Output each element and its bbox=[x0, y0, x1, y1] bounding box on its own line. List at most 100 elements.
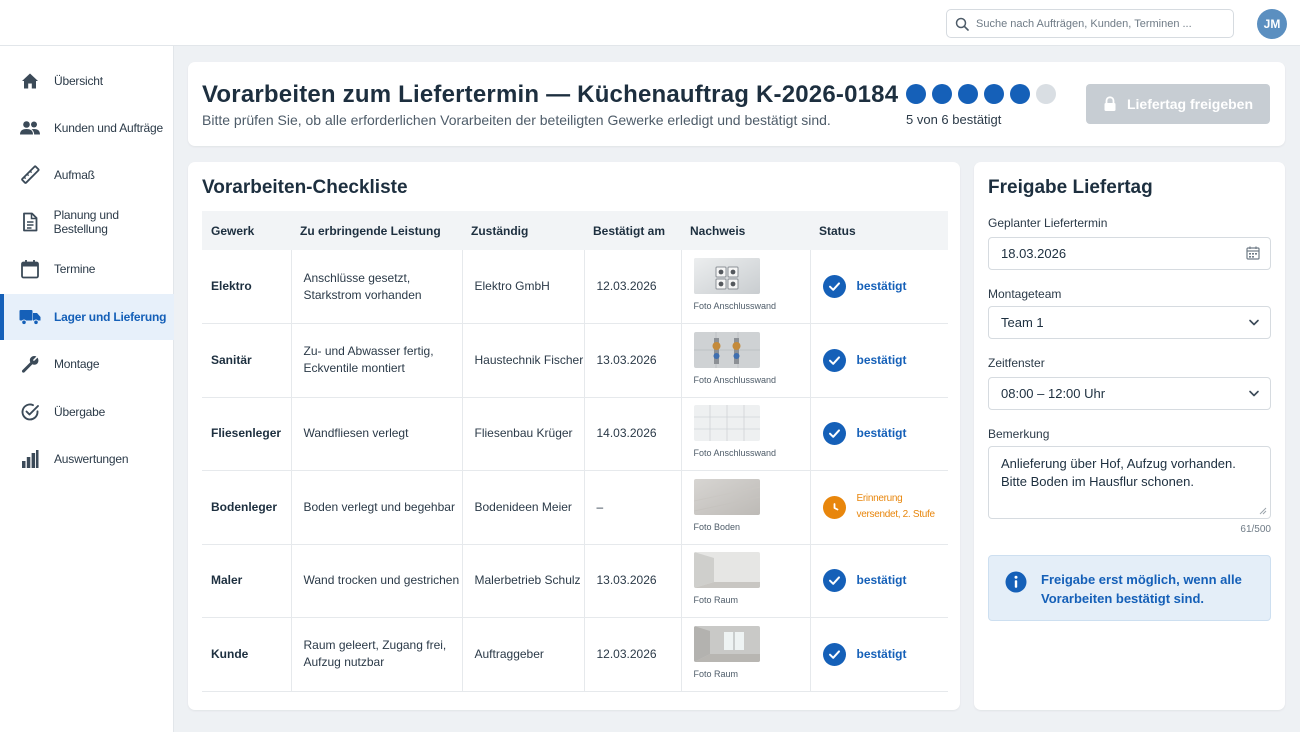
column-header: Gewerk bbox=[202, 211, 291, 250]
page-subtitle: Bitte prüfen Sie, ob alle erforderlichen… bbox=[202, 112, 831, 128]
cell-status: Erinnerung versendet, 2. Stufe bbox=[810, 470, 948, 545]
sidebar-item-kunden[interactable]: Kunden und Aufträge bbox=[0, 105, 174, 151]
status-badge: bestätigt bbox=[822, 348, 949, 372]
proof-photo-label: Foto Raum bbox=[693, 595, 739, 606]
sidebar: Übersicht Kunden und Aufträge Aufmaß Pla… bbox=[0, 46, 174, 732]
check-icon bbox=[822, 569, 846, 593]
table-row: Fliesenleger Wandfliesen verlegt Fliesen… bbox=[202, 397, 948, 471]
delivery-date-label: Geplanter Liefertermin bbox=[988, 216, 1108, 230]
note-line: Anlieferung über Hof, Aufzug vorhanden. bbox=[1001, 456, 1236, 471]
cell-gewerk: Fliesenleger bbox=[202, 397, 292, 471]
table-row: Maler Wand trocken und gestrichen Malerb… bbox=[202, 544, 948, 618]
info-icon bbox=[1005, 571, 1027, 593]
cell-datum: 14.03.2026 bbox=[584, 397, 682, 471]
search-box[interactable] bbox=[946, 9, 1234, 38]
chevron-down-icon bbox=[1249, 319, 1259, 326]
proof-photo-thumbnail[interactable] bbox=[693, 552, 760, 589]
info-box: Freigabe erst möglich, wenn alle Vorarbe… bbox=[988, 555, 1271, 621]
sidebar-item-uebersicht[interactable]: Übersicht bbox=[0, 58, 174, 104]
note-counter: 61/500 bbox=[1240, 524, 1271, 535]
checklist-table: Gewerk Zu erbringende Leistung Zuständig… bbox=[202, 211, 948, 692]
info-text: Freigabe erst möglich, wenn alle Vorarbe… bbox=[1041, 572, 1242, 606]
cell-datum: 12.03.2026 bbox=[584, 250, 682, 324]
cell-zustaendig: Bodenideen Meier bbox=[462, 470, 585, 545]
cell-leistung: Zu- und Abwasser fertig, Eckventile mont… bbox=[291, 323, 463, 398]
status-badge: bestätigt bbox=[822, 569, 949, 593]
release-delivery-button-label: Liefertag freigeben bbox=[1126, 96, 1254, 112]
top-bar: JM bbox=[0, 0, 1300, 46]
status-label: bestätigt bbox=[856, 279, 907, 293]
team-select[interactable]: Team 1 bbox=[988, 306, 1271, 339]
time-window-select[interactable]: 08:00 – 12:00 Uhr bbox=[988, 377, 1271, 410]
resize-handle-icon[interactable] bbox=[1259, 507, 1267, 515]
release-card: Freigabe Liefertag Geplanter Liefertermi… bbox=[974, 162, 1285, 710]
sidebar-item-label: Planung und Bestellung bbox=[53, 208, 119, 236]
cell-status: bestätigt bbox=[810, 617, 948, 692]
bar-chart-icon bbox=[19, 448, 41, 470]
sidebar-item-montage[interactable]: Montage bbox=[0, 341, 174, 387]
cell-gewerk: Bodenleger bbox=[202, 470, 292, 545]
sidebar-item-planung[interactable]: Planung und Bestellung bbox=[0, 199, 174, 245]
proof-photo-label: Foto Raum bbox=[693, 668, 739, 679]
check-icon bbox=[822, 642, 846, 666]
header-card: Vorarbeiten zum Liefertermin — Küchenauf… bbox=[188, 62, 1285, 146]
progress-dots bbox=[906, 84, 1062, 104]
proof-photo-thumbnail[interactable] bbox=[693, 405, 760, 442]
checklist-title: Vorarbeiten-Checkliste bbox=[202, 177, 408, 198]
status-badge: bestätigt bbox=[822, 275, 949, 298]
sidebar-item-termine[interactable]: Termine bbox=[0, 246, 174, 292]
progress-dot-done bbox=[932, 84, 952, 104]
column-header: Zuständig bbox=[462, 211, 584, 250]
cell-status: bestätigt bbox=[810, 250, 948, 324]
sidebar-item-label: Übersicht bbox=[54, 74, 103, 88]
home-icon bbox=[19, 70, 41, 92]
cell-zustaendig: Elektro GmbH bbox=[462, 250, 585, 324]
check-circle-icon bbox=[19, 401, 41, 423]
column-header: Nachweis bbox=[681, 211, 810, 250]
sidebar-item-label: Kunden und Aufträge bbox=[54, 121, 163, 135]
delivery-date-field[interactable]: 18.03.2026 bbox=[988, 237, 1271, 270]
team-value: Team 1 bbox=[1001, 315, 1044, 330]
proof-photo-thumbnail[interactable] bbox=[693, 625, 760, 662]
sidebar-item-aufmass[interactable]: Aufmaß bbox=[0, 152, 174, 198]
avatar[interactable]: JM bbox=[1257, 9, 1287, 39]
status-label: bestätigt bbox=[856, 573, 907, 588]
proof-photo-thumbnail[interactable] bbox=[693, 258, 760, 294]
document-icon bbox=[19, 211, 41, 233]
proof-photo-label: Foto Anschlusswand bbox=[693, 374, 777, 385]
status-label: Erinnerung versendet, 2. Stufe bbox=[856, 493, 936, 521]
progress-dot-done bbox=[984, 84, 1004, 104]
sidebar-item-label: Montage bbox=[54, 357, 100, 371]
release-delivery-button[interactable]: Liefertag freigeben bbox=[1086, 84, 1270, 124]
check-icon bbox=[822, 422, 846, 446]
page-title: Vorarbeiten zum Liefertermin — Küchenauf… bbox=[202, 81, 899, 108]
progress-dot-done bbox=[906, 84, 926, 104]
column-header: Bestätigt am bbox=[584, 211, 681, 250]
sidebar-item-label: Aufmaß bbox=[54, 168, 95, 182]
note-label: Bemerkung bbox=[988, 427, 1050, 441]
proof-photo-thumbnail[interactable] bbox=[693, 331, 760, 368]
status-label: bestätigt bbox=[856, 646, 907, 661]
cell-nachweis: Foto Raum bbox=[681, 617, 811, 692]
table-row: Kunde Raum geleert, Zugang frei, Aufzug … bbox=[202, 617, 948, 692]
sidebar-item-label: Termine bbox=[54, 262, 96, 276]
cell-datum: 13.03.2026 bbox=[584, 323, 682, 398]
status-badge: bestätigt bbox=[822, 422, 949, 446]
calendar-icon[interactable] bbox=[1246, 246, 1260, 260]
cell-datum: – bbox=[584, 470, 682, 545]
cell-gewerk: Sanitär bbox=[202, 323, 292, 398]
cell-datum: 12.03.2026 bbox=[584, 617, 682, 692]
note-textarea[interactable]: Anlieferung über Hof, Aufzug vorhanden. … bbox=[988, 446, 1271, 519]
cell-zustaendig: Auftraggeber bbox=[462, 617, 585, 692]
sidebar-item-uebergabe[interactable]: Übergabe bbox=[0, 389, 174, 435]
check-icon bbox=[822, 275, 846, 298]
cell-gewerk: Elektro bbox=[202, 250, 292, 324]
proof-photo-thumbnail[interactable] bbox=[693, 478, 760, 515]
sidebar-item-lager[interactable]: Lager und Lieferung bbox=[0, 294, 174, 340]
column-header: Zu erbringende Leistung bbox=[291, 211, 462, 250]
lock-icon bbox=[1104, 96, 1116, 111]
checklist-card: Vorarbeiten-Checkliste Gewerk Zu erbring… bbox=[188, 162, 960, 710]
search-input[interactable] bbox=[976, 17, 1226, 30]
sidebar-item-auswertungen[interactable]: Auswertungen bbox=[0, 436, 174, 482]
status-label: bestätigt bbox=[856, 352, 907, 367]
